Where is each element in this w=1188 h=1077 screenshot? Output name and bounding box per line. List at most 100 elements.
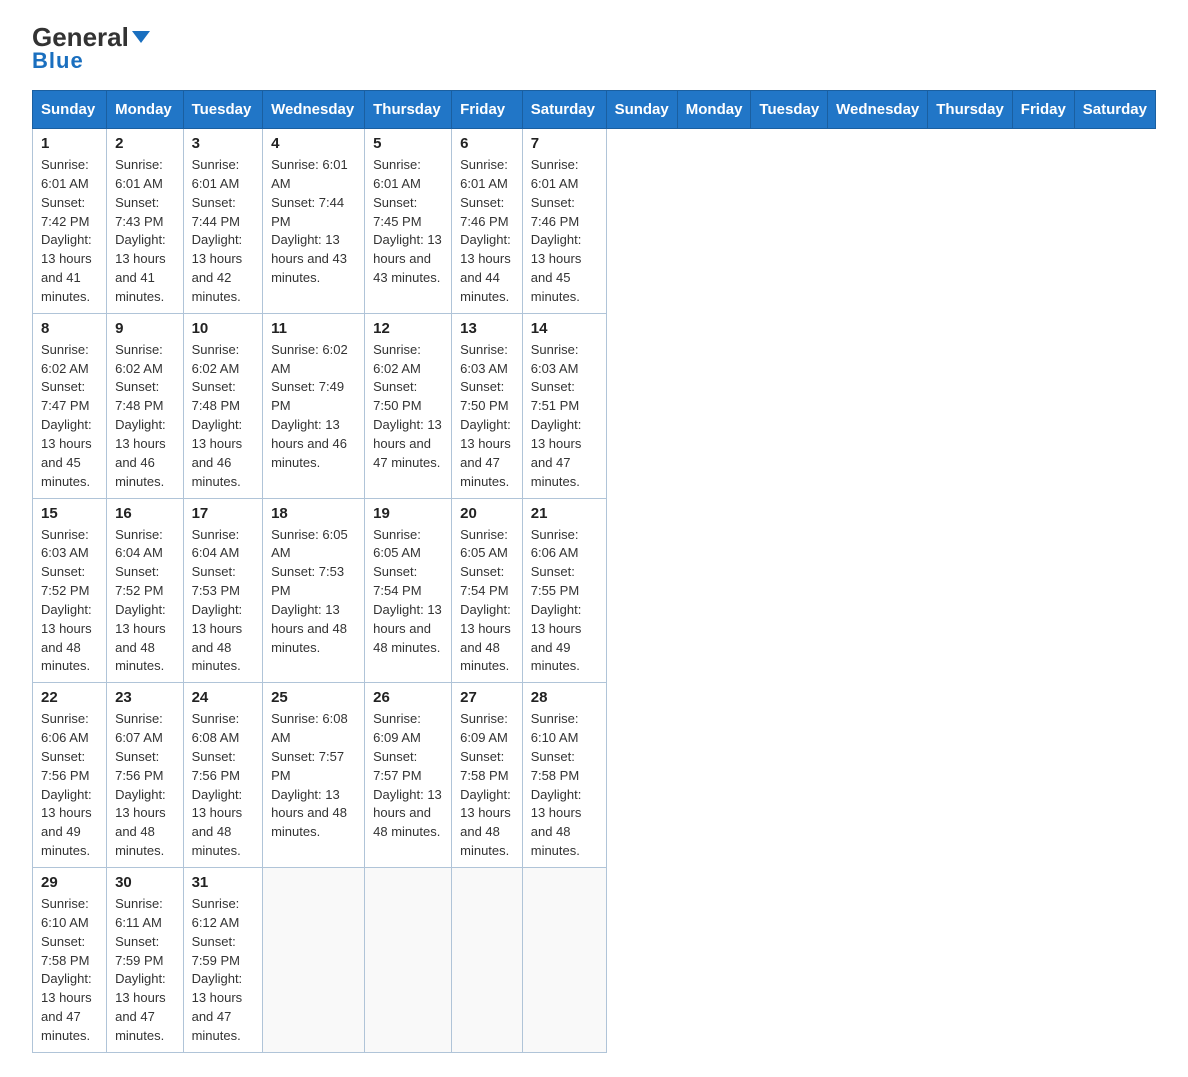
day-number: 31	[192, 874, 254, 891]
day-number: 20	[460, 505, 514, 522]
day-number: 8	[41, 320, 98, 337]
day-number: 28	[531, 689, 598, 706]
week-row-2: 8 Sunrise: 6:02 AMSunset: 7:47 PMDaylight…	[33, 313, 1156, 498]
day-info: Sunrise: 6:03 AMSunset: 7:51 PMDaylight:…	[531, 341, 598, 492]
day-info: Sunrise: 6:03 AMSunset: 7:52 PMDaylight:…	[41, 526, 98, 677]
day-cell: 2 Sunrise: 6:01 AMSunset: 7:43 PMDaylight…	[107, 129, 184, 314]
day-number: 9	[115, 320, 175, 337]
day-cell: 9 Sunrise: 6:02 AMSunset: 7:48 PMDaylight…	[107, 313, 184, 498]
day-info: Sunrise: 6:09 AMSunset: 7:58 PMDaylight:…	[460, 710, 514, 861]
day-number: 10	[192, 320, 254, 337]
day-cell: 4Sunrise: 6:01 AMSunset: 7:44 PMDaylight…	[263, 129, 365, 314]
day-info: Sunrise: 6:07 AMSunset: 7:56 PMDaylight:…	[115, 710, 175, 861]
day-cell	[452, 868, 523, 1053]
logo: General Blue	[32, 24, 150, 74]
day-number: 13	[460, 320, 514, 337]
day-number: 3	[192, 135, 254, 152]
col-header-tuesday: Tuesday	[751, 91, 828, 129]
day-info: Sunrise: 6:06 AMSunset: 7:55 PMDaylight:…	[531, 526, 598, 677]
day-cell: 11Sunrise: 6:02 AMSunset: 7:49 PMDayligh…	[263, 313, 365, 498]
day-number: 23	[115, 689, 175, 706]
day-cell: 19 Sunrise: 6:05 AMSunset: 7:54 PMDayligh…	[365, 498, 452, 683]
day-cell	[522, 868, 606, 1053]
day-cell: 29Sunrise: 6:10 AMSunset: 7:58 PMDayligh…	[33, 868, 107, 1053]
day-number: 30	[115, 874, 175, 891]
day-number: 14	[531, 320, 598, 337]
day-info: Sunrise: 6:05 AMSunset: 7:54 PMDaylight:…	[460, 526, 514, 677]
col-header-monday: Monday	[107, 91, 184, 129]
day-info: Sunrise: 6:06 AMSunset: 7:56 PMDaylight:…	[41, 710, 98, 861]
day-info: Sunrise: 6:05 AMSunset: 7:54 PMDaylight:…	[373, 526, 443, 658]
day-cell: 16 Sunrise: 6:04 AMSunset: 7:52 PMDayligh…	[107, 498, 184, 683]
day-number: 21	[531, 505, 598, 522]
day-info: Sunrise: 6:02 AMSunset: 7:49 PMDaylight:…	[271, 341, 356, 473]
day-info: Sunrise: 6:01 AMSunset: 7:46 PMDaylight:…	[460, 156, 514, 307]
day-number: 6	[460, 135, 514, 152]
day-cell: 28 Sunrise: 6:10 AMSunset: 7:58 PMDayligh…	[522, 683, 606, 868]
day-info: Sunrise: 6:08 AMSunset: 7:56 PMDaylight:…	[192, 710, 254, 861]
col-header-monday: Monday	[677, 91, 751, 129]
day-cell: 1Sunrise: 6:01 AMSunset: 7:42 PMDaylight…	[33, 129, 107, 314]
week-row-5: 29Sunrise: 6:10 AMSunset: 7:58 PMDayligh…	[33, 868, 1156, 1053]
col-header-thursday: Thursday	[928, 91, 1013, 129]
day-cell: 23 Sunrise: 6:07 AMSunset: 7:56 PMDayligh…	[107, 683, 184, 868]
day-info: Sunrise: 6:02 AMSunset: 7:48 PMDaylight:…	[192, 341, 254, 492]
logo-arrow-icon	[132, 31, 150, 43]
day-cell: 8 Sunrise: 6:02 AMSunset: 7:47 PMDaylight…	[33, 313, 107, 498]
day-cell: 30Sunrise: 6:11 AMSunset: 7:59 PMDayligh…	[107, 868, 184, 1053]
col-header-wednesday: Wednesday	[263, 91, 365, 129]
day-info: Sunrise: 6:04 AMSunset: 7:53 PMDaylight:…	[192, 526, 254, 677]
day-number: 17	[192, 505, 254, 522]
day-cell: 17 Sunrise: 6:04 AMSunset: 7:53 PMDayligh…	[183, 498, 262, 683]
col-header-saturday: Saturday	[1074, 91, 1155, 129]
day-number: 12	[373, 320, 443, 337]
day-cell: 13Sunrise: 6:03 AMSunset: 7:50 PMDayligh…	[452, 313, 523, 498]
day-number: 18	[271, 505, 356, 522]
col-header-friday: Friday	[452, 91, 523, 129]
day-cell	[365, 868, 452, 1053]
day-cell: 5 Sunrise: 6:01 AMSunset: 7:45 PMDaylight…	[365, 129, 452, 314]
day-number: 7	[531, 135, 598, 152]
day-info: Sunrise: 6:01 AMSunset: 7:42 PMDaylight:…	[41, 156, 98, 307]
day-number: 15	[41, 505, 98, 522]
day-info: Sunrise: 6:02 AMSunset: 7:48 PMDaylight:…	[115, 341, 175, 492]
day-info: Sunrise: 6:02 AMSunset: 7:50 PMDaylight:…	[373, 341, 443, 473]
day-number: 2	[115, 135, 175, 152]
day-number: 27	[460, 689, 514, 706]
day-number: 26	[373, 689, 443, 706]
day-number: 5	[373, 135, 443, 152]
day-number: 16	[115, 505, 175, 522]
col-header-tuesday: Tuesday	[183, 91, 262, 129]
page-header: General Blue	[32, 24, 1156, 74]
day-info: Sunrise: 6:01 AMSunset: 7:43 PMDaylight:…	[115, 156, 175, 307]
day-cell: 3Sunrise: 6:01 AMSunset: 7:44 PMDaylight…	[183, 129, 262, 314]
logo-general-text: General	[32, 24, 129, 50]
col-header-friday: Friday	[1012, 91, 1074, 129]
day-cell: 22 Sunrise: 6:06 AMSunset: 7:56 PMDayligh…	[33, 683, 107, 868]
day-number: 22	[41, 689, 98, 706]
day-info: Sunrise: 6:10 AMSunset: 7:58 PMDaylight:…	[531, 710, 598, 861]
day-cell: 10 Sunrise: 6:02 AMSunset: 7:48 PMDayligh…	[183, 313, 262, 498]
day-info: Sunrise: 6:09 AMSunset: 7:57 PMDaylight:…	[373, 710, 443, 842]
day-info: Sunrise: 6:01 AMSunset: 7:46 PMDaylight:…	[531, 156, 598, 307]
day-info: Sunrise: 6:04 AMSunset: 7:52 PMDaylight:…	[115, 526, 175, 677]
day-cell: 12 Sunrise: 6:02 AMSunset: 7:50 PMDayligh…	[365, 313, 452, 498]
day-number: 29	[41, 874, 98, 891]
day-cell: 25Sunrise: 6:08 AMSunset: 7:57 PMDayligh…	[263, 683, 365, 868]
day-cell: 26 Sunrise: 6:09 AMSunset: 7:57 PMDayligh…	[365, 683, 452, 868]
day-info: Sunrise: 6:01 AMSunset: 7:45 PMDaylight:…	[373, 156, 443, 288]
day-info: Sunrise: 6:02 AMSunset: 7:47 PMDaylight:…	[41, 341, 98, 492]
day-number: 19	[373, 505, 443, 522]
col-header-sunday: Sunday	[33, 91, 107, 129]
day-number: 24	[192, 689, 254, 706]
week-row-1: 1Sunrise: 6:01 AMSunset: 7:42 PMDaylight…	[33, 129, 1156, 314]
day-cell: 7 Sunrise: 6:01 AMSunset: 7:46 PMDaylight…	[522, 129, 606, 314]
day-cell: 21 Sunrise: 6:06 AMSunset: 7:55 PMDayligh…	[522, 498, 606, 683]
col-header-sunday: Sunday	[606, 91, 677, 129]
day-number: 4	[271, 135, 356, 152]
col-header-wednesday: Wednesday	[828, 91, 928, 129]
day-cell: 15 Sunrise: 6:03 AMSunset: 7:52 PMDayligh…	[33, 498, 107, 683]
day-info: Sunrise: 6:05 AMSunset: 7:53 PMDaylight:…	[271, 526, 356, 658]
day-info: Sunrise: 6:08 AMSunset: 7:57 PMDaylight:…	[271, 710, 356, 842]
day-cell: 24 Sunrise: 6:08 AMSunset: 7:56 PMDayligh…	[183, 683, 262, 868]
